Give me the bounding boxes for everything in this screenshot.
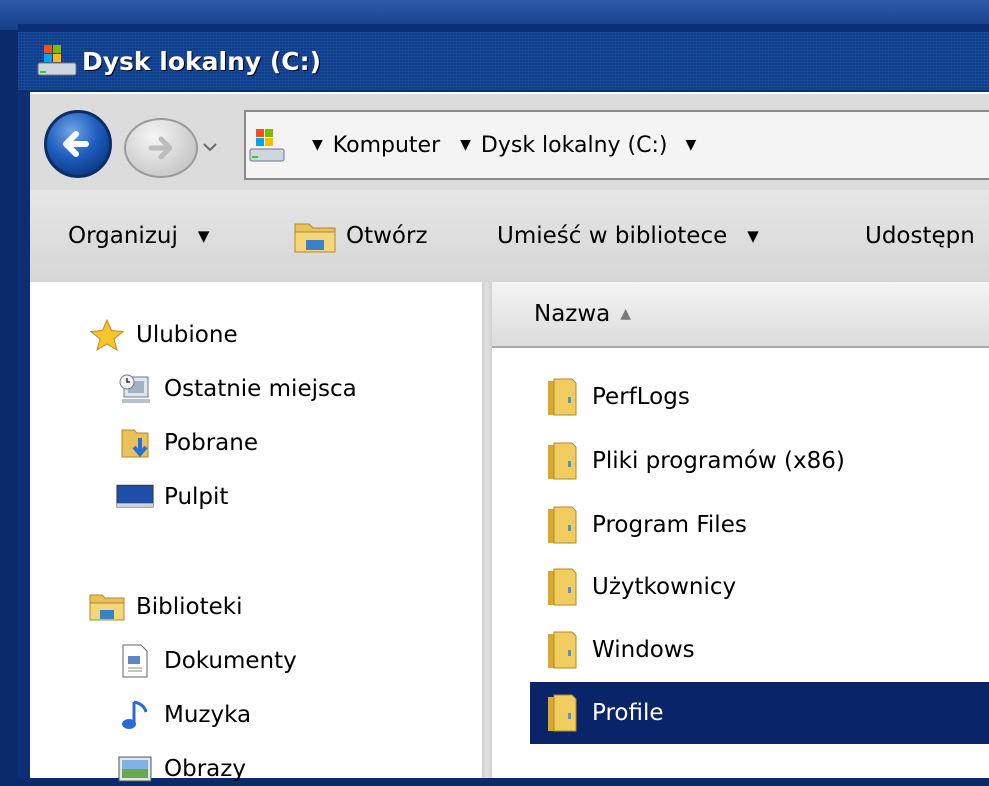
nav-label: Dokumenty xyxy=(164,648,297,674)
back-arrow-icon xyxy=(63,131,89,157)
folder-icon xyxy=(548,506,577,544)
drive-icon xyxy=(37,45,77,76)
file-row-program-files[interactable]: Program Files xyxy=(530,494,989,556)
computer-drive-icon xyxy=(249,129,285,162)
address-bar[interactable]: ▼ Komputer ▼ Dysk lokalny (C:) ▼ xyxy=(244,110,989,180)
open-folder-icon xyxy=(294,223,336,253)
forward-button[interactable] xyxy=(124,118,198,178)
breadcrumb-label: Dysk lokalny (C:) xyxy=(480,132,668,158)
sort-ascending-icon: ▲ xyxy=(620,306,632,322)
folder-icon xyxy=(548,378,577,416)
organize-button[interactable]: Organizuj ▼ xyxy=(68,190,209,282)
documents-icon xyxy=(116,644,154,678)
pictures-icon xyxy=(116,752,154,786)
organize-label: Organizuj xyxy=(68,223,178,249)
column-header-name[interactable]: Nazwa ▲ xyxy=(492,282,989,348)
column-header-label: Nazwa xyxy=(534,301,611,327)
file-name: Windows xyxy=(592,637,695,663)
history-dropdown-button[interactable] xyxy=(202,139,218,155)
star-icon xyxy=(88,318,126,352)
file-name: Profile xyxy=(592,700,664,726)
nav-label: Pobrane xyxy=(164,430,258,456)
nav-item-downloads[interactable]: Pobrane xyxy=(116,426,258,460)
include-in-library-button[interactable]: Umieść w bibliotece ▼ xyxy=(497,190,759,282)
navigation-pane: Ulubione Ostatnie miejsca Pobrane Pulpit… xyxy=(30,282,482,782)
file-name: PerfLogs xyxy=(592,384,690,410)
folder-icon xyxy=(548,631,577,669)
nav-label: Muzyka xyxy=(164,702,252,728)
nav-item-favorites[interactable]: Ulubione xyxy=(88,318,238,352)
nav-item-libraries[interactable]: Biblioteki xyxy=(88,590,243,624)
folder-icon xyxy=(548,442,577,480)
breadcrumb-computer[interactable]: ▼ Komputer xyxy=(312,133,440,158)
chevron-down-icon: ▼ xyxy=(197,227,210,245)
breadcrumb-dropdown-icon[interactable]: ▼ xyxy=(685,137,696,153)
file-row-windows[interactable]: Windows xyxy=(530,619,989,681)
music-icon xyxy=(116,698,154,732)
folder-icon xyxy=(548,694,577,732)
nav-item-music[interactable]: Muzyka xyxy=(116,698,251,732)
libraries-icon xyxy=(88,590,126,624)
chevron-down-icon: ▼ xyxy=(747,227,759,245)
file-name: Program Files xyxy=(592,512,747,538)
breadcrumb-drive[interactable]: ▼ Dysk lokalny (C:) xyxy=(460,133,667,158)
file-row-perflogs[interactable]: PerfLogs xyxy=(530,366,989,428)
desktop-icon xyxy=(116,480,154,514)
nav-item-documents[interactable]: Dokumenty xyxy=(116,644,297,678)
back-button[interactable] xyxy=(44,110,112,178)
nav-item-desktop[interactable]: Pulpit xyxy=(116,480,228,514)
share-label: Udostępn xyxy=(865,223,975,249)
file-row-profile[interactable]: Profile xyxy=(530,682,989,744)
open-button[interactable]: Otwórz xyxy=(292,190,428,282)
library-label: Umieść w bibliotece xyxy=(497,223,728,249)
nav-label: Pulpit xyxy=(164,484,229,510)
breadcrumb-label: Komputer xyxy=(332,132,441,158)
file-list: Nazwa ▲ PerfLogs Pliki programów (x86) P… xyxy=(492,282,989,778)
breadcrumb-arrow-icon: ▼ xyxy=(312,137,323,153)
file-name: Użytkownicy xyxy=(592,574,737,600)
share-button[interactable]: Udostępn xyxy=(865,190,975,282)
chevron-down-icon xyxy=(203,143,217,152)
nav-item-pictures[interactable]: Obrazy xyxy=(116,752,246,786)
forward-arrow-icon xyxy=(148,136,173,160)
breadcrumb-arrow-icon: ▼ xyxy=(460,137,471,153)
downloads-icon xyxy=(116,426,154,460)
recent-places-icon xyxy=(116,372,154,406)
nav-label: Obrazy xyxy=(164,756,246,782)
nav-item-recent-places[interactable]: Ostatnie miejsca xyxy=(116,372,357,406)
file-row-uzytkownicy[interactable]: Użytkownicy xyxy=(530,556,989,618)
navigation-bar: ▼ Komputer ▼ Dysk lokalny (C:) ▼ xyxy=(30,92,989,192)
window-title: Dysk lokalny (C:) xyxy=(82,46,322,76)
nav-label: Ostatnie miejsca xyxy=(164,376,357,402)
folder-icon xyxy=(548,568,577,606)
pane-splitter[interactable] xyxy=(482,282,492,778)
file-row-pliki-programow-x86[interactable]: Pliki programów (x86) xyxy=(530,430,989,492)
open-label: Otwórz xyxy=(346,223,428,249)
nav-label: Ulubione xyxy=(136,322,238,348)
nav-label: Biblioteki xyxy=(136,594,243,620)
command-bar: Organizuj ▼ Otwórz Umieść w bibliotece ▼… xyxy=(30,190,989,283)
title-bar[interactable]: Dysk lokalny (C:) xyxy=(18,32,989,90)
file-name: Pliki programów (x86) xyxy=(592,448,845,474)
